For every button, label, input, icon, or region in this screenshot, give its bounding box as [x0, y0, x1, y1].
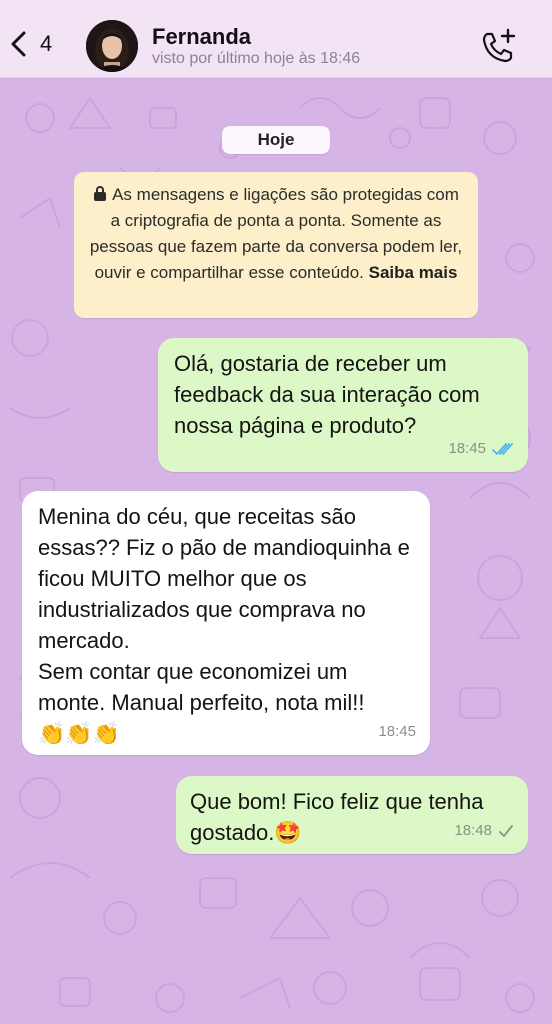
message-time: 18:45	[448, 440, 486, 457]
chat-header: 4 Fernanda visto por último hoje às 18:4…	[0, 0, 552, 78]
avatar-photo	[86, 20, 138, 72]
learn-more-link[interactable]: Saiba mais	[369, 263, 458, 282]
contact-avatar[interactable]	[86, 20, 138, 72]
star-struck-emoji: 🤩	[274, 820, 302, 845]
back-button[interactable]: 4	[8, 24, 70, 64]
message-time: 18:48	[454, 822, 492, 839]
clapping-hands-emoji: 👏👏👏	[38, 721, 121, 746]
add-call-button[interactable]	[478, 28, 518, 64]
message-bubble-outgoing[interactable]: Olá, gostaria de receber um feedback da …	[158, 338, 528, 472]
lock-icon	[94, 186, 107, 201]
phone-plus-icon	[482, 28, 516, 63]
message-text: Que bom! Fico feliz que tenha gostado.	[190, 789, 484, 845]
chevron-left-icon	[11, 31, 26, 57]
contact-name[interactable]: Fernanda	[152, 24, 251, 50]
message-meta: 18:45	[378, 716, 416, 747]
unread-count: 4	[40, 31, 53, 56]
message-time: 18:45	[378, 723, 416, 740]
last-seen-status: visto por último hoje às 18:46	[152, 50, 361, 67]
message-text: Olá, gostaria de receber um feedback da …	[174, 351, 480, 438]
single-check-sent-icon	[499, 824, 513, 837]
date-separator: Hoje	[222, 126, 330, 154]
message-bubble-outgoing[interactable]: Que bom! Fico feliz que tenha gostado.🤩 …	[176, 776, 528, 854]
message-bubble-incoming[interactable]: Menina do céu, que receitas são essas?? …	[22, 491, 430, 755]
message-meta: 18:45	[448, 433, 514, 464]
encryption-notice[interactable]: As mensagens e ligações são protegidas c…	[74, 172, 478, 318]
message-meta: 18:48	[454, 815, 514, 846]
double-check-read-icon	[492, 442, 513, 455]
message-text: Menina do céu, que receitas são essas?? …	[38, 504, 410, 715]
